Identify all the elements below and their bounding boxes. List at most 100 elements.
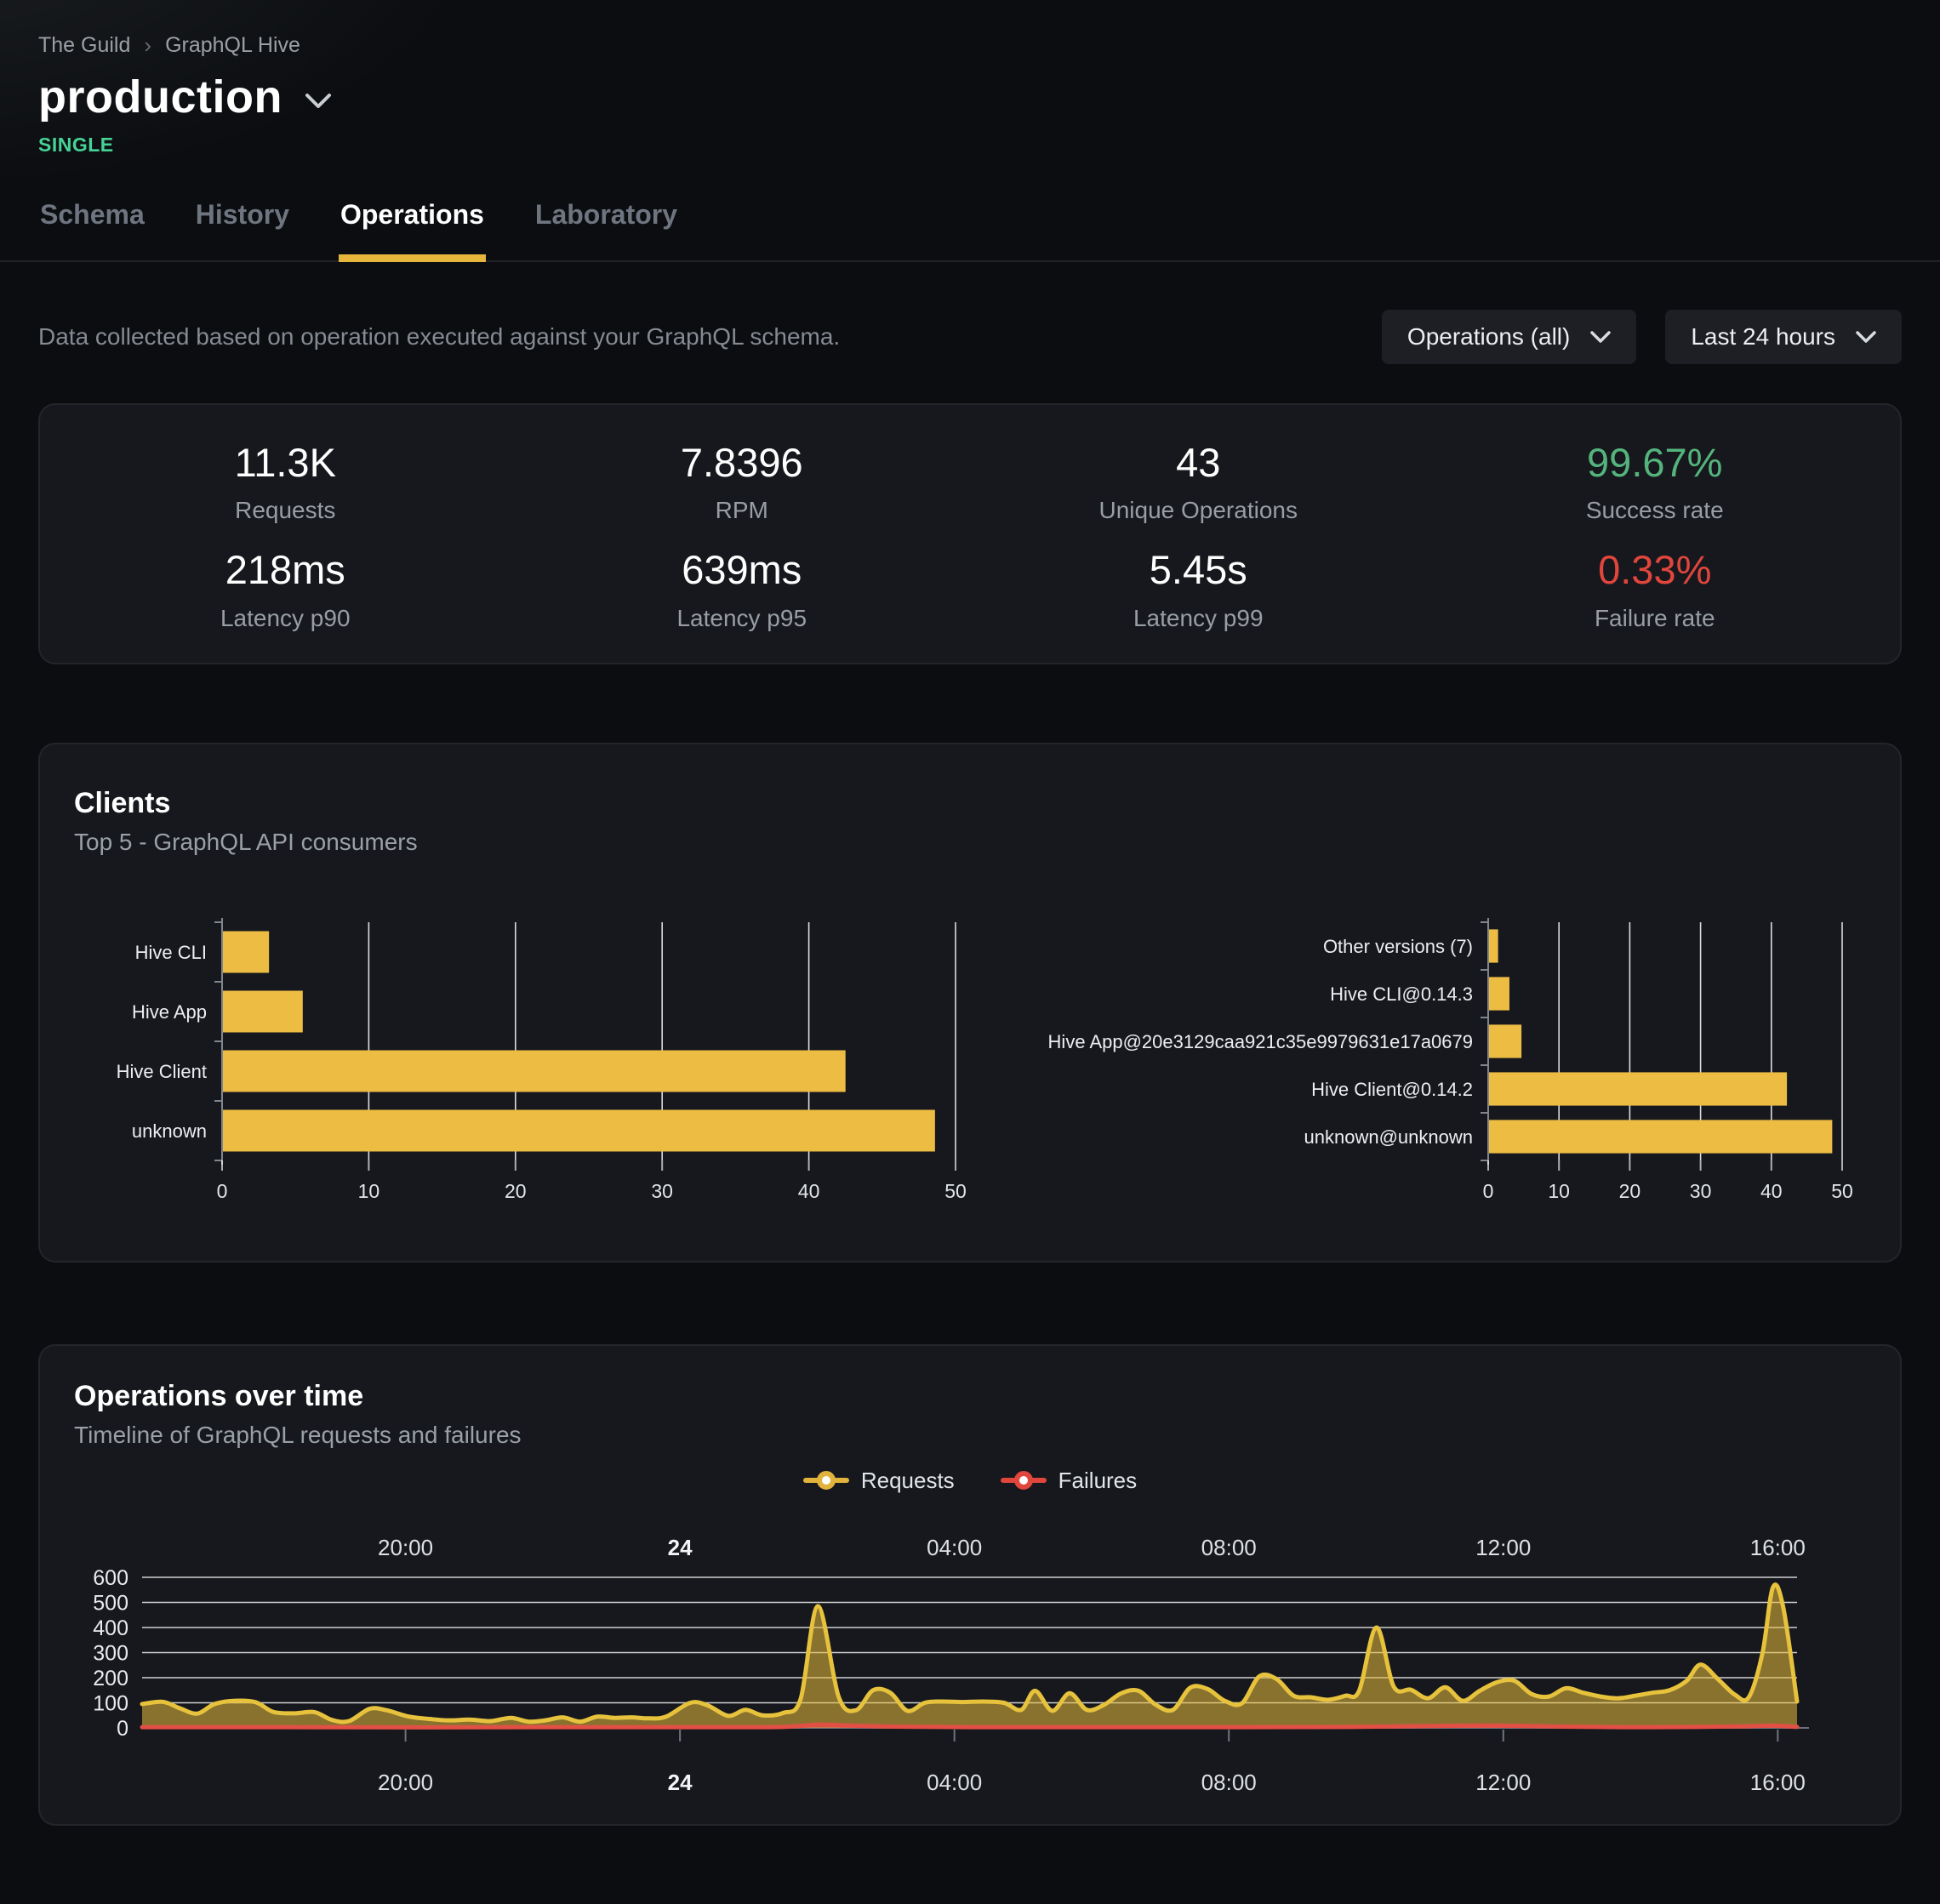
svg-text:20:00: 20:00 bbox=[378, 1535, 433, 1560]
period-filter-dropdown[interactable]: Last 24 hours bbox=[1665, 310, 1902, 364]
svg-text:unknown@unknown: unknown@unknown bbox=[1304, 1126, 1473, 1148]
svg-text:30: 30 bbox=[1690, 1180, 1712, 1202]
stat-value: 5.45s bbox=[970, 546, 1427, 594]
svg-text:Hive CLI@0.14.3: Hive CLI@0.14.3 bbox=[1330, 983, 1473, 1005]
stat-label: Latency p90 bbox=[57, 605, 514, 632]
svg-text:600: 600 bbox=[93, 1566, 128, 1590]
clients-card-title: Clients bbox=[74, 787, 1866, 820]
stats-overview-card: 11.3K Requests 7.8396 RPM 43 Unique Oper… bbox=[38, 403, 1902, 664]
svg-text:20: 20 bbox=[1619, 1180, 1641, 1202]
stat-value: 43 bbox=[970, 439, 1427, 487]
svg-text:unknown: unknown bbox=[132, 1120, 207, 1142]
svg-text:20:00: 20:00 bbox=[378, 1770, 433, 1795]
stat-failure-rate: 0.33% Failure rate bbox=[1427, 546, 1884, 631]
clients-card: Clients Top 5 - GraphQL API consumers Hi… bbox=[38, 743, 1902, 1263]
stat-value: 639ms bbox=[514, 546, 971, 594]
tab-schema[interactable]: Schema bbox=[38, 191, 146, 262]
svg-text:100: 100 bbox=[93, 1691, 128, 1715]
svg-text:Other versions (7): Other versions (7) bbox=[1323, 936, 1473, 957]
svg-text:20: 20 bbox=[505, 1180, 527, 1202]
stat-latency-p99: 5.45s Latency p99 bbox=[970, 546, 1427, 631]
stat-value: 7.8396 bbox=[514, 439, 971, 487]
svg-text:Hive Client: Hive Client bbox=[117, 1061, 207, 1082]
svg-text:50: 50 bbox=[944, 1180, 967, 1202]
chevron-down-icon bbox=[1856, 331, 1876, 344]
svg-text:50: 50 bbox=[1831, 1180, 1853, 1202]
svg-text:08:00: 08:00 bbox=[1201, 1535, 1257, 1560]
page-header: The Guild › GraphQL Hive production SING… bbox=[0, 0, 1940, 262]
svg-text:200: 200 bbox=[93, 1667, 128, 1690]
stat-rpm: 7.8396 RPM bbox=[514, 439, 971, 524]
stat-label: Requests bbox=[57, 497, 514, 524]
stat-success-rate: 99.67% Success rate bbox=[1427, 439, 1884, 524]
svg-text:10: 10 bbox=[358, 1180, 380, 1202]
stat-value: 11.3K bbox=[57, 439, 514, 487]
stat-label: Success rate bbox=[1427, 497, 1884, 524]
svg-text:04:00: 04:00 bbox=[927, 1535, 982, 1560]
svg-text:16:00: 16:00 bbox=[1750, 1535, 1806, 1560]
stat-label: Latency p95 bbox=[514, 605, 971, 632]
stat-label: Unique Operations bbox=[970, 497, 1427, 524]
svg-text:0: 0 bbox=[117, 1717, 128, 1741]
svg-text:40: 40 bbox=[798, 1180, 820, 1202]
svg-text:Hive Client@0.14.2: Hive Client@0.14.2 bbox=[1311, 1079, 1473, 1100]
svg-text:0: 0 bbox=[217, 1180, 228, 1202]
svg-text:Hive App@20e3129caa921c35e9979: Hive App@20e3129caa921c35e9979631e17a067… bbox=[1048, 1031, 1473, 1052]
breadcrumb-project[interactable]: GraphQL Hive bbox=[165, 33, 300, 58]
legend-label: Failures bbox=[1058, 1468, 1137, 1494]
stat-latency-p90: 218ms Latency p90 bbox=[57, 546, 514, 631]
svg-text:300: 300 bbox=[93, 1641, 128, 1665]
clients-by-name-bar-chart: Hive CLI Hive App Hive Client unknown 0 10 20 3… bbox=[111, 915, 979, 1209]
svg-text:Hive CLI: Hive CLI bbox=[135, 942, 207, 963]
svg-text:08:00: 08:00 bbox=[1201, 1770, 1257, 1795]
stat-requests: 11.3K Requests bbox=[57, 439, 514, 524]
period-filter-label: Last 24 hours bbox=[1691, 323, 1835, 351]
operations-card-subtitle: Timeline of GraphQL requests and failure… bbox=[74, 1422, 1866, 1449]
operations-filter-dropdown[interactable]: Operations (all) bbox=[1382, 310, 1636, 364]
timeline-legend: Requests Failures bbox=[74, 1468, 1866, 1494]
svg-text:24: 24 bbox=[668, 1770, 693, 1795]
operations-card-title: Operations over time bbox=[74, 1380, 1866, 1413]
stat-latency-p95: 639ms Latency p95 bbox=[514, 546, 971, 631]
svg-text:12:00: 12:00 bbox=[1475, 1535, 1531, 1560]
stat-value: 218ms bbox=[57, 546, 514, 594]
svg-text:400: 400 bbox=[93, 1616, 128, 1640]
operations-filter-label: Operations (all) bbox=[1407, 323, 1570, 351]
tab-operations[interactable]: Operations bbox=[339, 191, 486, 262]
tab-history[interactable]: History bbox=[194, 191, 291, 262]
breadcrumb: The Guild › GraphQL Hive bbox=[38, 32, 1902, 59]
stat-label: RPM bbox=[514, 497, 971, 524]
legend-label: Requests bbox=[861, 1468, 955, 1494]
operations-over-time-card: Operations over time Timeline of GraphQL… bbox=[38, 1344, 1902, 1826]
svg-text:500: 500 bbox=[93, 1591, 128, 1615]
svg-text:30: 30 bbox=[651, 1180, 673, 1202]
stat-value: 0.33% bbox=[1427, 546, 1884, 594]
stat-label: Latency p99 bbox=[970, 605, 1427, 632]
breadcrumb-org[interactable]: The Guild bbox=[38, 33, 130, 58]
svg-text:10: 10 bbox=[1548, 1180, 1570, 1202]
svg-text:24: 24 bbox=[668, 1535, 693, 1560]
legend-item-failures[interactable]: Failures bbox=[1001, 1468, 1137, 1494]
svg-text:16:00: 16:00 bbox=[1750, 1770, 1806, 1795]
stat-label: Failure rate bbox=[1427, 605, 1884, 632]
requests-series-marker-icon bbox=[803, 1471, 849, 1490]
requests-failures-timeline-chart: 0100200300400500600 20:00 20:00 24 24 04:00 04… bbox=[74, 1514, 1866, 1799]
svg-text:12:00: 12:00 bbox=[1475, 1770, 1531, 1795]
failures-series-marker-icon bbox=[1001, 1471, 1047, 1490]
page-title: production bbox=[38, 71, 282, 123]
target-selector-chevron-icon[interactable] bbox=[305, 84, 332, 110]
clients-card-subtitle: Top 5 - GraphQL API consumers bbox=[74, 829, 1866, 856]
svg-text:40: 40 bbox=[1760, 1180, 1783, 1202]
stat-unique-operations: 43 Unique Operations bbox=[970, 439, 1427, 524]
tab-laboratory[interactable]: Laboratory bbox=[534, 191, 679, 262]
clients-by-version-bar-chart: Other versions (7) Hive CLI@0.14.3 Hive Ap… bbox=[1024, 915, 1866, 1209]
breadcrumb-separator-icon: › bbox=[144, 32, 151, 59]
svg-text:Hive App: Hive App bbox=[132, 1001, 207, 1023]
svg-text:0: 0 bbox=[1483, 1180, 1494, 1202]
target-mode-badge: SINGLE bbox=[38, 134, 1902, 157]
chevron-down-icon bbox=[1590, 331, 1611, 344]
legend-item-requests[interactable]: Requests bbox=[803, 1468, 955, 1494]
svg-text:04:00: 04:00 bbox=[927, 1770, 982, 1795]
tab-bar: Schema History Operations Laboratory bbox=[0, 191, 1940, 262]
stat-value: 99.67% bbox=[1427, 439, 1884, 487]
